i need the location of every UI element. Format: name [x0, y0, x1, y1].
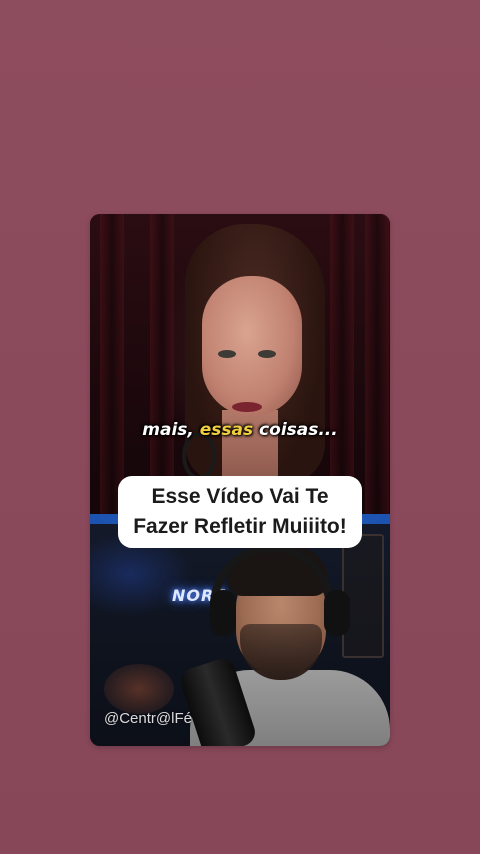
- subtitle-text-post: coisas...: [253, 420, 338, 440]
- woman-right-eye: [258, 350, 276, 358]
- video-title-line-2: Fazer Refletir Muiiito!: [133, 515, 347, 538]
- curtain-fold: [365, 214, 389, 514]
- video-title-line-1: Esse Vídeo Vai Te: [151, 485, 329, 508]
- woman-lips: [232, 402, 262, 412]
- woman-left-eye: [218, 350, 236, 358]
- woman-face: [202, 276, 302, 416]
- background-lamp: [104, 664, 174, 714]
- curtain-fold: [330, 214, 354, 514]
- subtitle-highlight-word: essas: [199, 420, 254, 440]
- video-subtitle: mais, essas coisas...: [90, 420, 390, 440]
- headphone-ear-cup-right: [324, 590, 350, 636]
- channel-watermark: @Centr@lFé: [104, 710, 192, 727]
- video-player[interactable]: NORE mais, essas coisas... Esse Vídeo Va…: [90, 214, 390, 746]
- video-title-box: Esse Vídeo Vai Te Fazer Refletir Muiiito…: [118, 476, 362, 548]
- subtitle-text-pre: mais,: [142, 420, 200, 440]
- curtain-fold: [100, 214, 124, 514]
- curtain-fold: [150, 214, 174, 514]
- headphone-ear-cup-left: [210, 590, 236, 636]
